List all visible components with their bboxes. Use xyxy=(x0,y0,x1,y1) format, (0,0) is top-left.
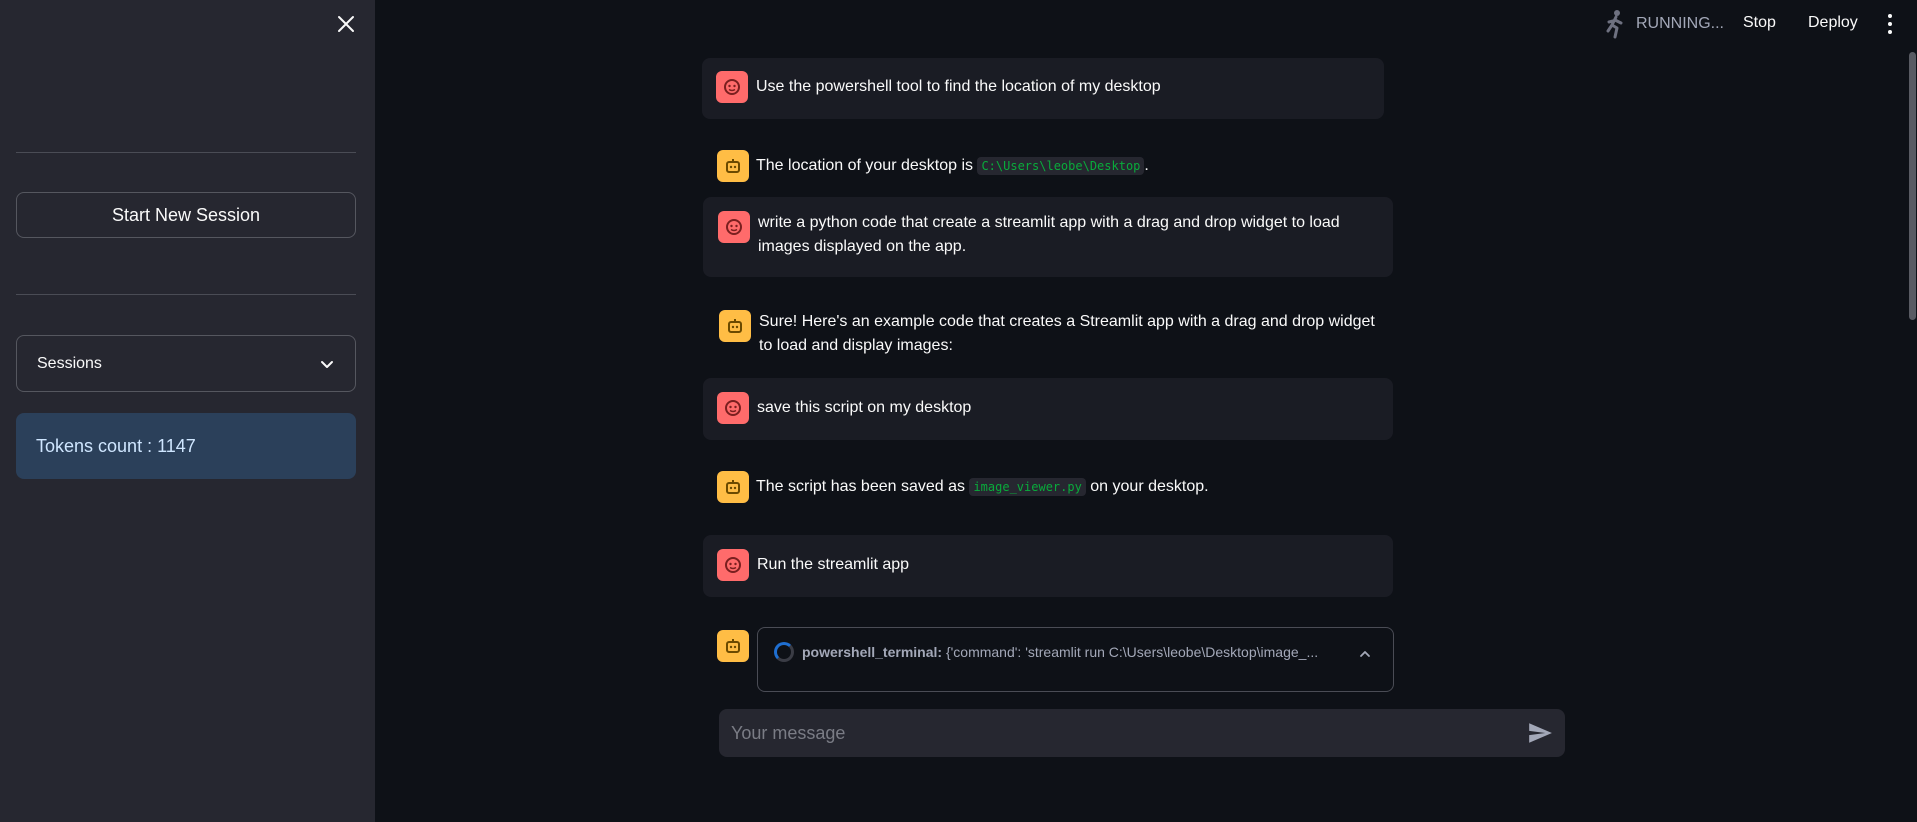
bot-avatar-icon xyxy=(719,310,751,342)
message-text-part: The location of your desktop is xyxy=(756,157,978,174)
message-text-part: The script has been saved as xyxy=(756,478,970,495)
chevron-up-icon[interactable] xyxy=(1359,648,1371,660)
message-text: The location of your desktop is C:\Users… xyxy=(756,154,1149,178)
deploy-button[interactable]: Deploy xyxy=(1808,14,1858,32)
message-text-part: . xyxy=(1144,157,1149,174)
tool-args: {'command': 'streamlit run C:\Users\leob… xyxy=(945,644,1319,660)
tool-status-expander[interactable]: powershell_terminal: {'command': 'stream… xyxy=(757,627,1394,692)
user-avatar-icon xyxy=(717,392,749,424)
main-menu-icon[interactable] xyxy=(1886,14,1894,34)
start-new-session-button[interactable]: Start New Session xyxy=(16,192,356,238)
running-man-icon xyxy=(1606,10,1623,39)
user-avatar-icon xyxy=(716,71,748,103)
bot-avatar-icon xyxy=(717,471,749,503)
user-avatar-icon xyxy=(717,549,749,581)
chat-message-user: Use the powershell tool to find the loca… xyxy=(702,58,1384,119)
tokens-count-text: Tokens count : 1147 xyxy=(36,435,196,456)
chat-input-container xyxy=(719,709,1565,757)
bot-avatar-icon xyxy=(717,630,749,662)
message-text: Use the powershell tool to find the loca… xyxy=(756,78,1161,95)
chat-message-user: save this script on my desktop xyxy=(703,378,1393,440)
chat-message-assistant: The location of your desktop is C:\Users… xyxy=(717,150,1387,182)
chat-message-user: Run the streamlit app xyxy=(703,535,1393,597)
message-text: Sure! Here's an example code that create… xyxy=(759,313,1375,354)
tool-status-row: powershell_terminal: {'command': 'stream… xyxy=(774,642,1318,662)
sessions-select[interactable]: Sessions xyxy=(16,335,356,392)
sidebar: Start New Session Sessions Tokens count … xyxy=(0,0,375,822)
inline-code: C:\Users\leobe\Desktop xyxy=(977,157,1145,175)
message-text-part: on your desktop. xyxy=(1085,478,1209,495)
message-text: Run the streamlit app xyxy=(757,556,910,573)
sessions-select-label: Sessions xyxy=(37,354,102,372)
running-status-text: RUNNING... xyxy=(1636,15,1724,32)
chat-message-assistant: The script has been saved as image_viewe… xyxy=(717,471,1387,503)
chat-message-user: write a python code that create a stream… xyxy=(703,197,1393,277)
chat-message-assistant: Sure! Here's an example code that create… xyxy=(719,310,1389,358)
user-avatar-icon xyxy=(718,211,750,243)
inline-code: image_viewer.py xyxy=(969,478,1086,496)
sidebar-divider xyxy=(16,152,356,153)
tokens-count-info: Tokens count : 1147 xyxy=(16,413,356,479)
tool-status-text: powershell_terminal: {'command': 'stream… xyxy=(802,644,1318,660)
sidebar-divider xyxy=(16,294,356,295)
message-text: save this script on my desktop xyxy=(757,399,972,416)
loading-spinner-icon xyxy=(774,642,794,662)
message-input[interactable] xyxy=(731,722,1527,744)
tool-name: powershell_terminal: xyxy=(802,644,943,660)
bot-avatar-icon xyxy=(717,150,749,182)
send-icon[interactable] xyxy=(1527,720,1553,746)
close-sidebar-icon[interactable] xyxy=(334,14,358,38)
chevron-down-icon xyxy=(321,360,333,368)
message-text: write a python code that create a stream… xyxy=(758,214,1340,255)
message-text: The script has been saved as image_viewe… xyxy=(756,475,1209,499)
scrollbar[interactable] xyxy=(1909,52,1916,320)
running-status: RUNNING... xyxy=(1604,9,1724,39)
stop-button[interactable]: Stop xyxy=(1743,14,1776,32)
